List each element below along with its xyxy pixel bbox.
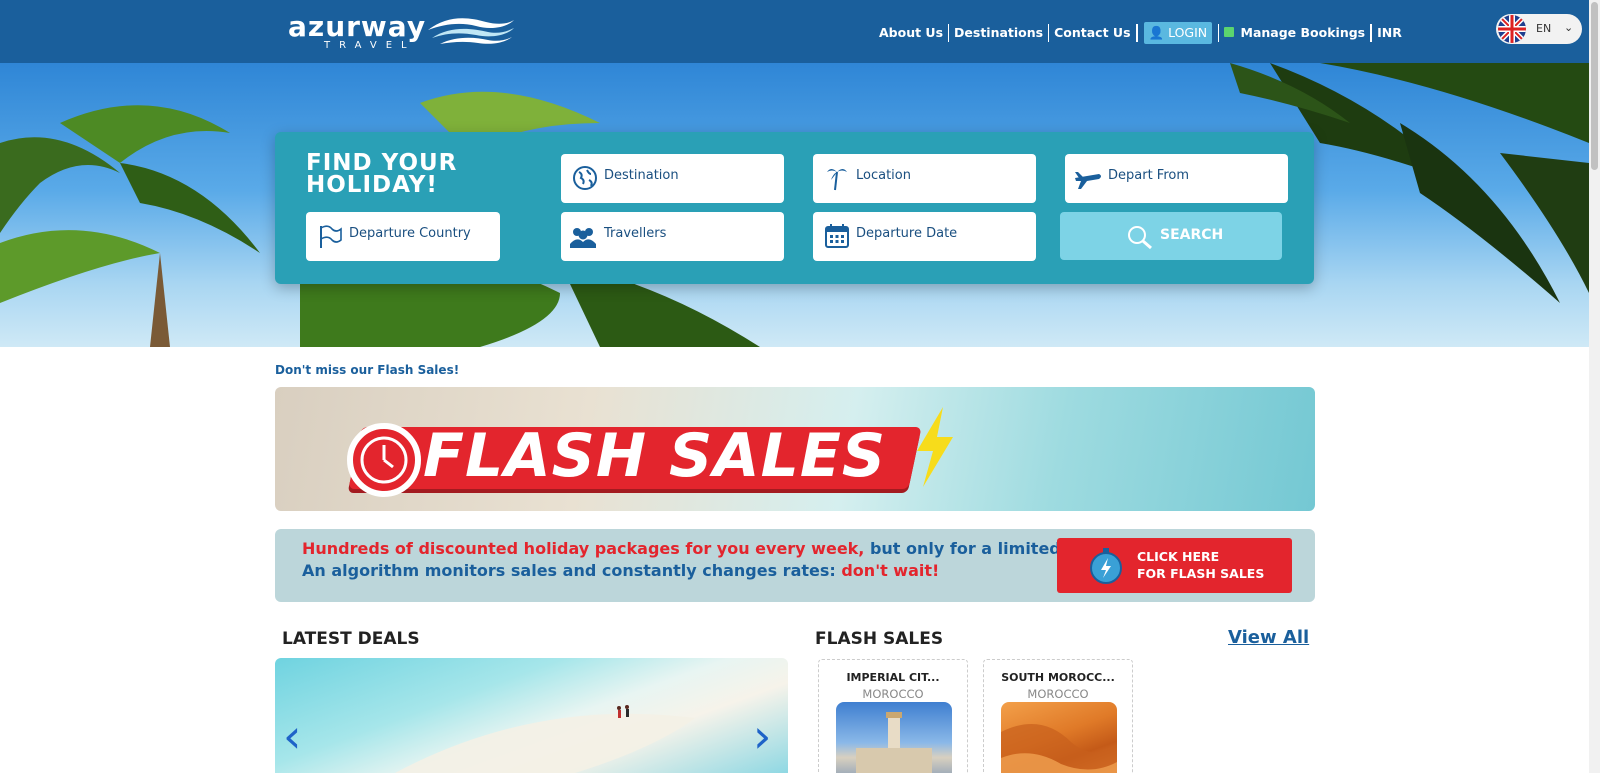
language-selector[interactable]: EN ⌄ [1496, 14, 1582, 44]
depart-from-label: Depart From [1108, 168, 1190, 183]
logo-text: azurway [288, 10, 427, 43]
travellers-label: Travellers [604, 226, 667, 241]
bookings-icon [1224, 27, 1235, 37]
lightning-bolt-icon [917, 407, 953, 487]
search-title-line2: HOLIDAY! [306, 172, 438, 198]
flash-sales-banner-text: FLASH SALES [423, 421, 887, 491]
main-nav: About Us Destinations Contact Us 👤 LOGIN… [874, 22, 1407, 44]
nav-destinations[interactable]: Destinations [949, 24, 1050, 42]
manage-bookings-label: Manage Bookings [1240, 25, 1366, 40]
page-scrollbar[interactable] [1589, 0, 1600, 773]
mosque-image [836, 702, 952, 773]
nav-manage-bookings[interactable]: Manage Bookings [1219, 24, 1372, 42]
carousel-prev-arrow-icon[interactable]: ‹ [283, 713, 301, 759]
logo[interactable]: azurway TRAVEL [288, 10, 518, 52]
departure-date-label: Departure Date [856, 226, 958, 241]
people-icon [570, 228, 596, 248]
currency-selector[interactable]: INR [1372, 24, 1407, 42]
login-button[interactable]: 👤 LOGIN [1143, 22, 1213, 44]
departure-country-field[interactable]: Departure Country [306, 212, 500, 261]
flash-sales-cta-button[interactable]: CLICK HERE FOR FLASH SALES [1057, 538, 1292, 593]
flash-sales-heading: Don't miss our Flash Sales! [275, 363, 460, 377]
card-title: SOUTH MOROCC... [1001, 671, 1115, 684]
language-code: EN [1536, 22, 1552, 35]
promo-line-2-red: don't wait! [835, 561, 940, 580]
page: azurway TRAVEL About Us Destinations Con… [0, 0, 1600, 773]
scrollbar-thumb[interactable] [1591, 2, 1598, 170]
search-button[interactable]: SEARCH [1060, 212, 1282, 260]
promo-line-2: An algorithm monitors sales and constant… [302, 561, 939, 580]
card-title: IMPERIAL CIT... [846, 671, 940, 684]
location-field[interactable]: Location [813, 154, 1036, 203]
desert-dunes-image [1001, 702, 1117, 773]
globe-icon [573, 166, 597, 190]
stopwatch-icon [347, 423, 421, 497]
palm-tree-icon [827, 169, 847, 191]
wave-logo-icon [428, 18, 514, 44]
logo-subtitle: TRAVEL [324, 40, 416, 51]
promo-line-2-blue: An algorithm monitors sales and constant… [302, 561, 836, 580]
destination-field[interactable]: Destination [561, 154, 784, 203]
airplane-icon [1075, 172, 1101, 189]
flash-sale-card[interactable]: SOUTH MOROCC... MOROCCO [983, 659, 1133, 773]
stopwatch-icon [1090, 548, 1122, 584]
flash-sale-card[interactable]: IMPERIAL CIT... MOROCCO [818, 659, 968, 773]
flash-sales-promo: Hundreds of discounted holiday packages … [275, 529, 1315, 602]
latest-deals-carousel[interactable]: ‹ › [275, 658, 788, 773]
carousel-next-arrow-icon[interactable]: › [753, 713, 771, 759]
departure-country-label: Departure Country [349, 226, 471, 241]
location-label: Location [856, 168, 911, 183]
promo-line-1-red: Hundreds of discounted holiday packages … [302, 539, 865, 558]
travellers-field[interactable]: Travellers [561, 212, 784, 261]
chevron-down-icon: ⌄ [1564, 21, 1574, 34]
calendar-icon [825, 224, 849, 248]
flag-icon [320, 225, 342, 248]
top-header: azurway TRAVEL About Us Destinations Con… [0, 0, 1600, 63]
flash-sales-banner[interactable]: FLASH SALES [275, 387, 1315, 511]
search-icon [1128, 226, 1152, 250]
flash-sales-section-heading: FLASH SALES [815, 629, 944, 649]
beach-couple-image [395, 705, 695, 773]
holiday-search-panel: FIND YOUR HOLIDAY! Destination Location … [275, 132, 1314, 284]
nav-divider [1136, 24, 1138, 42]
destination-label: Destination [604, 168, 679, 183]
promo-line-1: Hundreds of discounted holiday packages … [302, 539, 1132, 558]
uk-flag-icon [1498, 15, 1526, 43]
depart-from-field[interactable]: Depart From [1065, 154, 1288, 203]
view-all-link[interactable]: View All [1228, 627, 1309, 648]
search-title: FIND YOUR HOLIDAY! [306, 150, 458, 198]
departure-date-field[interactable]: Departure Date [813, 212, 1036, 261]
latest-deals-heading: LATEST DEALS [282, 629, 420, 649]
cta-line-2: FOR FLASH SALES [1137, 566, 1265, 581]
cta-line-1: CLICK HERE [1137, 549, 1220, 564]
card-country: MOROCCO [862, 687, 924, 701]
card-country: MOROCCO [1027, 687, 1089, 701]
search-title-line1: FIND YOUR [306, 150, 458, 176]
nav-about-us[interactable]: About Us [874, 24, 950, 42]
search-button-label: SEARCH [1160, 227, 1224, 243]
user-icon: 👤 [1148, 25, 1165, 40]
nav-contact-us[interactable]: Contact Us [1049, 24, 1137, 42]
cta-label: CLICK HERE FOR FLASH SALES [1137, 548, 1264, 582]
login-label: LOGIN [1168, 25, 1208, 40]
